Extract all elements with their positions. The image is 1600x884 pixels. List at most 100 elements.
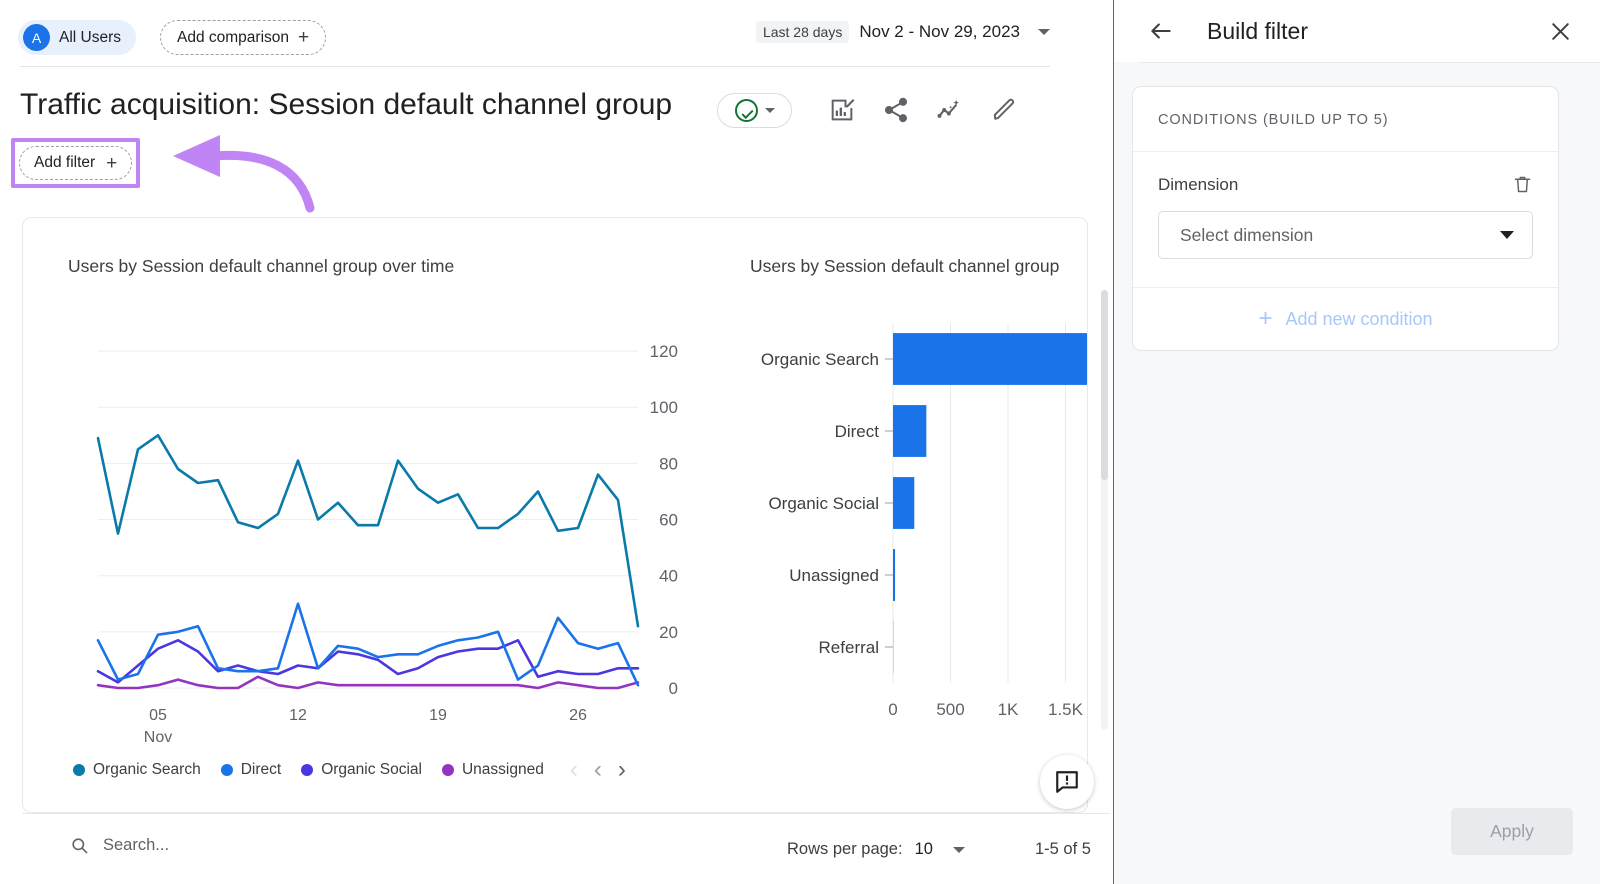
- search-input[interactable]: Search...: [103, 836, 169, 855]
- panel-divider: [1141, 62, 1600, 63]
- filter-row: Add filter +: [0, 135, 1110, 191]
- plus-icon: +: [106, 154, 117, 173]
- legend-color-dot: [221, 764, 233, 776]
- bar-chart-bars: [893, 333, 1088, 673]
- line-chart-gridlines: [98, 351, 638, 688]
- audience-label: All Users: [59, 29, 121, 47]
- svg-text:19: 19: [429, 707, 447, 724]
- edit-report-icon[interactable]: [822, 90, 862, 130]
- svg-text:500: 500: [936, 700, 964, 719]
- legend-label: Unassigned: [462, 761, 544, 779]
- svg-text:12: 12: [289, 707, 307, 724]
- add-filter-highlight: Add filter +: [11, 138, 140, 188]
- svg-text:Organic Social: Organic Social: [768, 494, 879, 513]
- legend-prev-icon[interactable]: ‹: [594, 758, 602, 782]
- legend-label: Direct: [241, 761, 281, 779]
- add-new-condition-label: Add new condition: [1285, 309, 1432, 330]
- report-title-row: Traffic acquisition: Session default cha…: [0, 78, 1110, 140]
- legend-pagination: ‹ ‹ ›: [570, 758, 626, 782]
- bar-chart-category-labels: Organic Search Direct Organic Social Unassi…: [761, 350, 893, 657]
- svg-text:120: 120: [650, 342, 678, 361]
- insights-icon[interactable]: [930, 90, 970, 130]
- feedback-icon: [1054, 769, 1080, 795]
- legend-next-icon[interactable]: ›: [618, 758, 626, 782]
- add-comparison-button[interactable]: Add comparison +: [160, 20, 326, 55]
- search-box[interactable]: Search...: [70, 836, 169, 855]
- conditions-header: CONDITIONS (BUILD UP TO 5): [1133, 87, 1558, 152]
- svg-text:1.5K: 1.5K: [1048, 700, 1084, 719]
- close-icon[interactable]: [1548, 19, 1573, 44]
- top-bar: A All Users Add comparison + Last 28 day…: [0, 0, 1110, 67]
- legend-color-dot: [301, 764, 313, 776]
- bar-chart-title: Users by Session default channel group: [750, 256, 1059, 277]
- svg-text:Unassigned: Unassigned: [789, 566, 879, 585]
- svg-text:40: 40: [659, 567, 678, 586]
- rows-per-page-label: Rows per page:: [787, 840, 903, 859]
- legend-label: Organic Social: [321, 761, 422, 779]
- bar-chart[interactable]: Organic Search Direct Organic Social Unassi…: [733, 293, 1088, 753]
- chevron-down-icon: [1500, 231, 1514, 239]
- main-scrollbar-thumb[interactable]: [1101, 290, 1108, 480]
- svg-text:26: 26: [569, 707, 587, 724]
- line-chart-title: Users by Session default channel group o…: [68, 256, 454, 277]
- topbar-divider: [20, 66, 1050, 67]
- dimension-select[interactable]: Select dimension: [1158, 211, 1533, 259]
- date-range-badge: Last 28 days: [756, 21, 849, 43]
- feedback-button[interactable]: [1040, 755, 1094, 809]
- legend-item-organic-search[interactable]: Organic Search: [73, 761, 201, 779]
- date-range-value: Nov 2 - Nov 29, 2023: [859, 22, 1020, 42]
- svg-text:05: 05: [149, 707, 167, 724]
- rows-per-page-selector[interactable]: Rows per page: 10: [787, 840, 965, 859]
- save-status-chip[interactable]: [717, 93, 792, 128]
- condition-row: Dimension Select dimension: [1133, 152, 1558, 288]
- chevron-down-icon[interactable]: [953, 847, 965, 853]
- pencil-icon[interactable]: [984, 90, 1024, 130]
- main-report-area: A All Users Add comparison + Last 28 day…: [0, 0, 1110, 884]
- plus-icon: +: [1258, 307, 1272, 331]
- rows-per-page-value: 10: [915, 840, 933, 859]
- legend-color-dot: [73, 764, 85, 776]
- legend-color-dot: [442, 764, 454, 776]
- trash-icon[interactable]: [1512, 174, 1533, 195]
- svg-text:0: 0: [888, 700, 897, 719]
- line-chart-x-axis-labels: 05Nov121926: [144, 707, 587, 746]
- legend-item-unassigned[interactable]: Unassigned: [442, 761, 544, 779]
- table-footer-bar: Search... Rows per page: 10 1-5 of 5: [22, 813, 1110, 884]
- legend-prev-disabled-icon: ‹: [570, 758, 578, 782]
- dimension-select-value: Select dimension: [1180, 225, 1313, 246]
- svg-text:100: 100: [650, 398, 678, 417]
- audience-avatar: A: [23, 24, 50, 51]
- line-chart[interactable]: 020406080100120 05Nov121926: [53, 293, 693, 753]
- legend-label: Organic Search: [93, 761, 201, 779]
- add-filter-label: Add filter: [34, 154, 95, 172]
- audience-chip-all-users[interactable]: A All Users: [18, 20, 136, 55]
- add-comparison-label: Add comparison: [177, 29, 289, 47]
- chevron-down-icon: [1038, 29, 1050, 35]
- dimension-label: Dimension: [1158, 175, 1238, 195]
- legend-item-organic-social[interactable]: Organic Social: [301, 761, 422, 779]
- app-root: A All Users Add comparison + Last 28 day…: [0, 0, 1600, 884]
- pagination-range: 1-5 of 5: [1035, 840, 1091, 859]
- svg-text:Organic Search: Organic Search: [761, 350, 879, 369]
- share-icon[interactable]: [876, 90, 916, 130]
- charts-card: Users by Session default channel group o…: [22, 217, 1088, 813]
- legend-item-direct[interactable]: Direct: [221, 761, 281, 779]
- plus-icon: +: [298, 28, 309, 47]
- svg-text:20: 20: [659, 623, 678, 642]
- chevron-down-icon: [765, 108, 775, 113]
- panel-title: Build filter: [1207, 18, 1308, 45]
- add-new-condition-button[interactable]: + Add new condition: [1133, 288, 1558, 350]
- check-circle-icon: [735, 99, 758, 122]
- add-filter-button[interactable]: Add filter +: [19, 146, 132, 180]
- svg-text:60: 60: [659, 511, 678, 530]
- build-filter-panel: Build filter CONDITIONS (BUILD UP TO 5) …: [1113, 0, 1600, 884]
- date-range-picker[interactable]: Last 28 days Nov 2 - Nov 29, 2023: [756, 21, 1050, 43]
- line-chart-y-axis-labels: 020406080100120: [650, 342, 678, 698]
- apply-button[interactable]: Apply: [1451, 808, 1573, 855]
- arrow-left-icon[interactable]: [1148, 18, 1174, 44]
- svg-text:Referral: Referral: [819, 638, 879, 657]
- svg-text:1K: 1K: [998, 700, 1019, 719]
- svg-text:Direct: Direct: [835, 422, 880, 441]
- line-chart-series: [98, 435, 638, 688]
- page-title: Traffic acquisition: Session default cha…: [20, 88, 672, 122]
